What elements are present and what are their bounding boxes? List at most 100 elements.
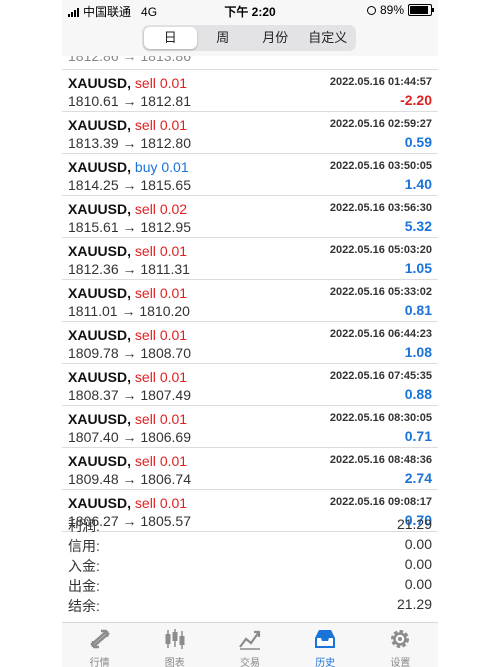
open-price: 1809.48 <box>68 471 119 487</box>
period-tab-3[interactable]: 自定义 <box>302 27 355 49</box>
partially-visible-row[interactable]: 1812.86 → 1813.86 <box>62 56 438 70</box>
battery-icon <box>408 4 434 16</box>
close-price: 1815.65 <box>140 177 191 193</box>
trade-prices: 1807.40 → 1806.69 <box>68 429 191 445</box>
tab-quotes[interactable]: 行情 <box>62 623 137 667</box>
open-price: 1811.01 <box>68 303 118 319</box>
cut-row-fragment: 1812.86 → 1813.86 <box>68 56 191 64</box>
close-price: 1806.74 <box>140 471 191 487</box>
trade-datetime: 2022.05.16 03:50:05 <box>329 160 432 172</box>
trade-lots: 0.02 <box>159 201 188 217</box>
trade-side: sell <box>134 201 156 217</box>
trade-row[interactable]: XAUUSD, sell 0.01 1809.78 → 1808.70 2022.0… <box>62 322 438 364</box>
tab-label: 行情 <box>89 658 110 667</box>
history-list: 1812.86 → 1813.86 XAUUSD, sell 0.01 1810.… <box>62 56 438 532</box>
arrow-icon: → <box>122 177 137 193</box>
trade-symbol: XAUUSD, <box>68 453 132 469</box>
summary-row: 结余: 21.29 <box>62 594 438 614</box>
trade-lots: 0.01 <box>159 369 188 385</box>
trade-lots: 0.01 <box>159 327 188 343</box>
trade-title: XAUUSD, sell 0.01 <box>68 369 187 385</box>
trade-title: XAUUSD, sell 0.01 <box>68 411 187 427</box>
trade-lots: 0.01 <box>159 453 188 469</box>
period-tab-0[interactable]: 日 <box>144 27 197 49</box>
trade-symbol: XAUUSD, <box>68 201 132 217</box>
close-price: 1812.81 <box>140 93 191 109</box>
trade-row[interactable]: XAUUSD, buy 0.01 1814.25 → 1815.65 2022.05… <box>62 154 438 196</box>
close-price: 1811.31 <box>140 261 190 277</box>
trade-side: sell <box>134 453 156 469</box>
tab-label: 设置 <box>390 658 411 667</box>
trade-profit: 0.59 <box>404 134 432 150</box>
summary-label: 利润: <box>68 518 100 534</box>
tab-label: 交易 <box>240 658 260 667</box>
arrow-icon: → <box>122 471 137 487</box>
tab-trade[interactable]: 交易 <box>212 623 287 667</box>
trade-symbol: XAUUSD, <box>68 369 132 385</box>
trade-datetime: 2022.05.16 07:45:35 <box>329 370 432 382</box>
trade-lots: 0.01 <box>159 285 188 301</box>
trade-profit: 5.32 <box>404 218 432 234</box>
trade-side: sell <box>134 411 156 427</box>
trade-lots: 0.01 <box>159 411 188 427</box>
trade-row[interactable]: XAUUSD, sell 0.02 1815.61 → 1812.95 2022.0… <box>62 196 438 238</box>
trade-symbol: XAUUSD, <box>68 285 132 301</box>
orientation-lock-icon <box>366 5 376 15</box>
period-tab-1[interactable]: 周 <box>197 27 250 49</box>
trade-title: XAUUSD, sell 0.02 <box>68 201 187 217</box>
summary-value: 0.00 <box>404 536 432 552</box>
trade-side: sell <box>134 495 156 511</box>
trade-datetime: 2022.05.16 05:33:02 <box>329 286 432 298</box>
trade-row[interactable]: XAUUSD, sell 0.01 1812.36 → 1811.31 2022.0… <box>62 238 438 280</box>
trade-datetime: 2022.05.16 02:59:27 <box>329 118 432 130</box>
trade-profit: 0.71 <box>404 428 432 444</box>
arrow-icon: → <box>122 345 137 361</box>
trade-side: sell <box>134 285 156 301</box>
arrow-icon: → <box>121 303 136 319</box>
trade-row[interactable]: XAUUSD, sell 0.01 1809.48 → 1806.74 2022.0… <box>62 448 438 490</box>
arrow-icon: → <box>122 135 137 151</box>
bottom-tab-bar: 行情 图表 交易 历史 设置 <box>62 622 438 667</box>
trade-row[interactable]: XAUUSD, sell 0.01 1811.01 → 1810.20 2022.0… <box>62 280 438 322</box>
trade-symbol: XAUUSD, <box>68 243 132 259</box>
summary-row: 信用: 0.00 <box>62 534 438 554</box>
trade-prices: 1810.61 → 1812.81 <box>68 93 191 109</box>
summary-label: 出金: <box>68 578 100 594</box>
tab-settings[interactable]: 设置 <box>363 623 438 667</box>
close-price: 1810.20 <box>139 303 190 319</box>
tab-chart[interactable]: 图表 <box>137 623 212 667</box>
trade-symbol: XAUUSD, <box>68 327 132 343</box>
quotes-icon <box>87 627 113 651</box>
arrow-icon: → <box>122 261 137 277</box>
trade-row[interactable]: XAUUSD, sell 0.01 1810.61 → 1812.81 2022.0… <box>62 70 438 112</box>
summary-label: 结余: <box>68 598 100 614</box>
open-price: 1809.78 <box>68 345 119 361</box>
battery-percent: 89% <box>379 3 404 17</box>
close-price: 1807.49 <box>140 387 191 403</box>
tab-label: 历史 <box>315 658 336 667</box>
trade-profit: 1.05 <box>404 260 432 276</box>
tab-history[interactable]: 历史 <box>288 623 363 667</box>
open-price: 1812.36 <box>68 261 119 277</box>
trade-title: XAUUSD, buy 0.01 <box>68 159 189 175</box>
period-tab-2[interactable]: 月份 <box>249 27 302 49</box>
history-icon <box>312 627 338 651</box>
status-bar: 中国联通 4G 下午 2:20 89% <box>62 0 438 20</box>
trade-profit: 1.40 <box>404 176 432 192</box>
trade-datetime: 2022.05.16 09:08:17 <box>329 496 432 508</box>
trade-prices: 1809.78 → 1808.70 <box>68 345 191 361</box>
trade-side: sell <box>134 243 156 259</box>
close-price: 1812.80 <box>140 135 191 151</box>
arrow-icon: → <box>122 219 137 235</box>
trade-symbol: XAUUSD, <box>68 159 132 175</box>
trade-symbol: XAUUSD, <box>68 75 132 91</box>
summary-row: 出金: 0.00 <box>62 574 438 594</box>
trade-row[interactable]: XAUUSD, sell 0.01 1808.37 → 1807.49 2022.0… <box>62 364 438 406</box>
trade-row[interactable]: XAUUSD, sell 0.01 1813.39 → 1812.80 2022.0… <box>62 112 438 154</box>
trade-title: XAUUSD, sell 0.01 <box>68 495 187 511</box>
trade-symbol: XAUUSD, <box>68 411 132 427</box>
trade-row[interactable]: XAUUSD, sell 0.01 1807.40 → 1806.69 2022.0… <box>62 406 438 448</box>
summary-block: 利润: 21.29 信用: 0.00 入金: 0.00 出金: 0.00 结余: 21.29 <box>62 514 438 614</box>
summary-label: 信用: <box>68 538 100 554</box>
trade-prices: 1815.61 → 1812.95 <box>68 219 191 235</box>
